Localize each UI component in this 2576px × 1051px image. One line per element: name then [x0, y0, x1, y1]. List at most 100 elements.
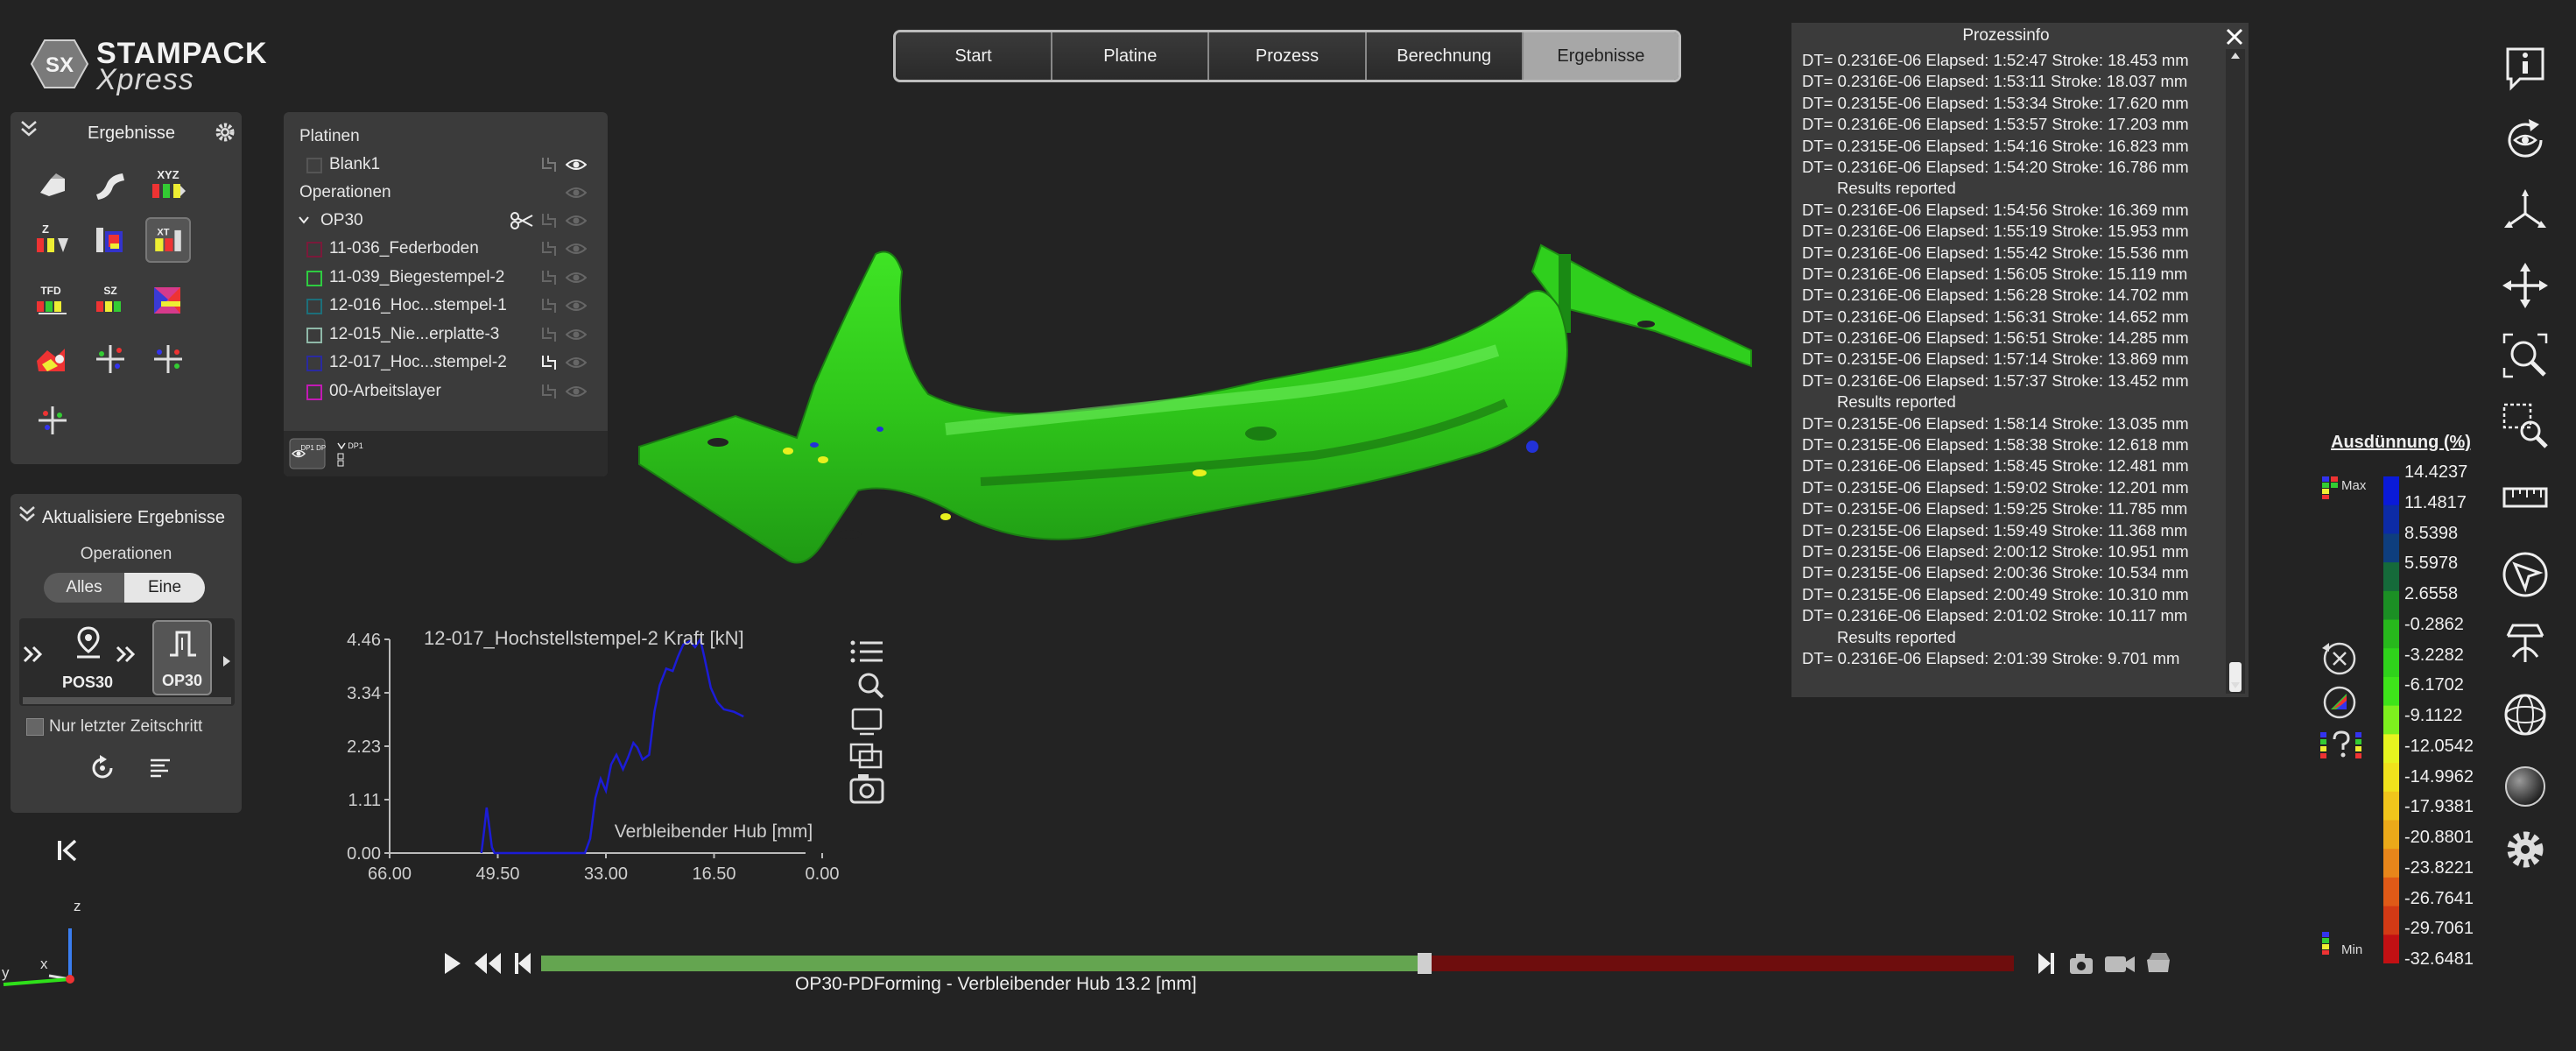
tool-color-swatch[interactable] — [306, 242, 322, 257]
play-icon[interactable] — [441, 951, 462, 976]
tree-action-icon[interactable] — [539, 240, 559, 257]
tree-action-icon[interactable] — [539, 326, 559, 343]
tfd-icon[interactable]: TFD — [30, 279, 75, 324]
tree-tool-item[interactable]: 00-Arbeitslayer — [284, 377, 608, 406]
tree-action-icon[interactable] — [539, 156, 559, 173]
tree-tool-item[interactable]: 11-036_Federboden — [284, 235, 608, 263]
tree-action-icon[interactable] — [539, 383, 559, 400]
ruler-icon[interactable] — [2501, 473, 2550, 522]
visibility-eye-icon[interactable] — [566, 384, 587, 399]
axes-icon[interactable] — [2501, 187, 2550, 236]
3d-viewport-part[interactable] — [613, 219, 1769, 604]
tool-color-swatch[interactable] — [306, 327, 322, 343]
sphere-solid-icon[interactable] — [2501, 762, 2550, 811]
dp-indicator-icon[interactable]: DP1 — [333, 438, 368, 469]
process-log-scrollbar[interactable] — [2226, 49, 2245, 694]
tab-prozess[interactable]: Prozess — [1209, 32, 1367, 80]
sphere-wire-icon[interactable] — [2501, 690, 2550, 739]
collapse-chevron-icon[interactable] — [16, 503, 39, 526]
scroll-up-icon[interactable] — [2230, 51, 2241, 60]
op-item-op30[interactable]: OP30 — [152, 620, 212, 695]
trim-icon[interactable] — [30, 398, 75, 443]
strip-scrollbar[interactable] — [23, 697, 231, 704]
list-options-icon[interactable] — [147, 755, 173, 781]
legend-help-icon[interactable] — [2320, 729, 2373, 760]
tree-item-op30[interactable]: OP30 — [284, 207, 608, 235]
tree-tool-item[interactable]: 12-016_Hoc...stempel-1 — [284, 292, 608, 320]
close-icon[interactable] — [2224, 26, 2245, 47]
tree-action-icon[interactable] — [539, 212, 559, 229]
tab-start[interactable]: Start — [896, 32, 1053, 80]
timeline-progress[interactable] — [541, 956, 1425, 971]
last-timestep-checkbox[interactable] — [26, 718, 44, 736]
chart-zoom-icon[interactable] — [858, 673, 884, 699]
scroll-down-icon[interactable] — [2230, 681, 2241, 690]
chart-screenshot-icon[interactable] — [849, 774, 884, 804]
settings-gear-icon[interactable] — [2501, 825, 2550, 874]
strain-icon[interactable] — [145, 279, 191, 324]
xyz-displacement-icon[interactable]: XYZ — [145, 161, 191, 207]
scroll-right-icon[interactable] — [222, 655, 231, 667]
tab-berechnung[interactable]: Berechnung — [1366, 32, 1524, 80]
seg-one-button[interactable]: Eine — [124, 573, 205, 603]
tree-tool-item[interactable]: 12-017_Hoc...stempel-2 — [284, 349, 608, 377]
expand-chevron-icon[interactable] — [298, 215, 310, 226]
video-record-icon[interactable] — [2103, 951, 2136, 976]
pan-icon[interactable] — [2501, 261, 2550, 310]
collapse-chevron-icon[interactable] — [18, 117, 40, 140]
sz-icon[interactable]: SZ — [88, 279, 133, 324]
visibility-eye-icon[interactable] — [566, 158, 587, 172]
zoom-icon[interactable] — [2501, 331, 2550, 380]
tree-action-icon[interactable] — [539, 297, 559, 314]
visibility-eye-icon[interactable] — [566, 186, 587, 200]
process-log[interactable]: DT= 0.2316E-06 Elapsed: 1:52:47 Stroke: … — [1802, 51, 2222, 690]
first-frame-icon[interactable] — [513, 951, 532, 976]
scissors-icon[interactable] — [510, 212, 534, 229]
camera-icon[interactable] — [2068, 951, 2094, 976]
export-animation-icon[interactable] — [2143, 951, 2173, 976]
timeline-remaining[interactable] — [1425, 956, 2014, 971]
seg-all-button[interactable]: Alles — [44, 573, 124, 603]
skip-back-icon[interactable] — [54, 836, 81, 865]
rotate-view-icon[interactable] — [2501, 116, 2550, 165]
info-icon[interactable] — [2501, 42, 2550, 91]
tool-color-swatch[interactable] — [306, 270, 322, 286]
tool-color-swatch[interactable] — [306, 356, 322, 372]
op-item-pos30[interactable]: POS30 — [58, 620, 117, 695]
last-frame-icon[interactable] — [2037, 951, 2056, 976]
zoom-window-icon[interactable] — [2501, 401, 2550, 450]
t-thickness-icon[interactable] — [88, 217, 133, 263]
tool-color-swatch[interactable] — [306, 384, 322, 400]
tree-action-icon[interactable] — [539, 354, 559, 371]
results-settings-gear-icon[interactable] — [214, 121, 236, 144]
tab-platine[interactable]: Platine — [1052, 32, 1210, 80]
chart-export-icon[interactable] — [851, 708, 883, 736]
visibility-eye-icon[interactable] — [566, 214, 587, 228]
legend-close-icon[interactable] — [2320, 639, 2359, 678]
vector-icon[interactable] — [145, 336, 191, 382]
tree-tool-item[interactable]: 12-015_Nie...erplatte-3 — [284, 321, 608, 349]
tree-action-icon[interactable] — [539, 269, 559, 286]
chart-copy-icon[interactable] — [849, 743, 883, 769]
select-pointer-icon[interactable] — [2501, 550, 2550, 599]
tool-probe-icon[interactable] — [2501, 618, 2550, 667]
tree-tool-item[interactable]: 11-039_Biegestempel-2 — [284, 264, 608, 292]
visibility-eye-icon[interactable] — [566, 328, 587, 342]
timeline-slider-thumb[interactable] — [1418, 953, 1432, 974]
rewind-icon[interactable] — [473, 951, 503, 976]
wrinkle-icon[interactable] — [30, 336, 75, 382]
thinning-icon[interactable] — [30, 161, 75, 207]
legend-color-mode-icon[interactable] — [2320, 683, 2359, 722]
tree-item-blank1[interactable]: Blank1 — [284, 151, 608, 179]
springback-icon[interactable] — [88, 336, 133, 382]
shape-icon[interactable] — [88, 161, 133, 207]
refresh-icon[interactable] — [88, 753, 117, 783]
tool-color-swatch[interactable] — [306, 299, 322, 315]
visibility-eye-icon[interactable] — [566, 356, 587, 370]
tab-ergebnisse[interactable]: Ergebnisse — [1523, 32, 1679, 80]
z-displacement-icon[interactable]: Z — [30, 217, 75, 263]
formability-icon[interactable]: XT — [145, 217, 191, 263]
visibility-eye-icon[interactable] — [566, 299, 587, 313]
dp-visibility-icon[interactable]: DP1 DP2 — [289, 438, 326, 469]
visibility-eye-icon[interactable] — [566, 271, 587, 285]
